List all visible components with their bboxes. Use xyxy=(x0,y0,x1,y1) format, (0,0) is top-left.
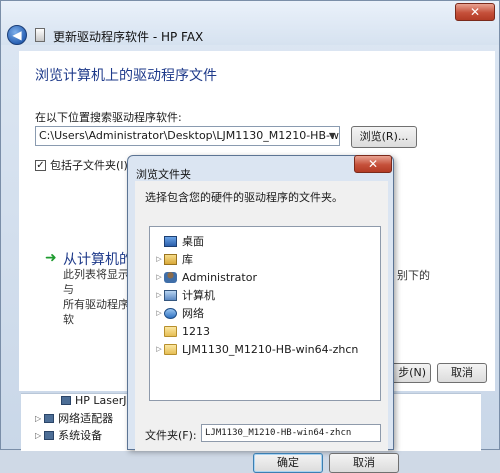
search-location-label: 在以下位置搜索驱动程序软件: xyxy=(35,111,182,124)
expander-icon[interactable]: ▷ xyxy=(154,309,164,317)
search-path-value: C:\Users\Administrator\Desktop\LJM1130_M… xyxy=(39,129,340,142)
tree-item-desktop[interactable]: 桌面 xyxy=(154,232,204,250)
library-icon xyxy=(164,253,177,265)
printer-icon xyxy=(61,396,71,405)
tree-item-1213[interactable]: 1213 xyxy=(154,322,210,340)
include-subfolders-label: 包括子文件夹(I) xyxy=(50,159,128,172)
pick-desc-line2: 所有驱动程序软 xyxy=(63,298,129,326)
computer-icon xyxy=(164,289,177,301)
tree-row[interactable]: HP LaserJe xyxy=(61,394,133,407)
folder-icon xyxy=(164,325,177,337)
desktop-icon xyxy=(164,235,177,247)
tree-item-label: 桌面 xyxy=(182,235,204,248)
dialog-close-button[interactable]: ✕ xyxy=(354,155,392,173)
device-icon xyxy=(35,28,45,42)
tree-row[interactable]: ▷ 网络适配器 xyxy=(35,410,113,426)
pick-from-list-description: 此列表将显示与 所有驱动程序软 xyxy=(63,267,133,327)
wizard-titlebar: ◀ 更新驱动程序软件 - HP FAX ✕ xyxy=(1,1,499,45)
pick-from-list-link[interactable]: 从计算机的 xyxy=(63,249,133,269)
device-label: HP LaserJe xyxy=(75,394,134,407)
ok-button[interactable]: 确定 xyxy=(253,453,323,473)
wizard-title: 更新驱动程序软件 - HP FAX xyxy=(53,30,204,44)
user-icon xyxy=(164,271,177,283)
tree-item-label: 库 xyxy=(182,253,193,266)
network-adapter-icon xyxy=(44,413,55,423)
expand-icon[interactable]: ▷ xyxy=(35,414,41,423)
tree-row[interactable]: ▷ 系统设备 xyxy=(35,427,102,443)
include-subfolders-checkbox[interactable]: ✓ 包括子文件夹(I) xyxy=(35,157,128,173)
arrow-right-icon: ➜ xyxy=(45,250,57,266)
tree-item-network[interactable]: ▷ 网络 xyxy=(154,304,204,322)
expander-icon[interactable]: ▷ xyxy=(154,255,164,263)
folder-tree[interactable]: 桌面 ▷ 库 ▷ Administrator ▷ 计算机 ▷ 网络 1213 ▷… xyxy=(149,226,381,401)
page-heading: 浏览计算机上的驱动程序文件 xyxy=(35,68,217,84)
tree-item-label: Administrator xyxy=(182,270,257,284)
back-button[interactable]: ◀ xyxy=(7,25,27,45)
expander-icon[interactable]: ▷ xyxy=(154,345,164,353)
pick-desc-line1: 此列表将显示与 xyxy=(63,268,129,296)
tree-item-label: 网络 xyxy=(182,307,204,320)
dialog-instruction: 选择包含您的硬件的驱动程序的文件夹。 xyxy=(145,191,343,204)
browse-button[interactable]: 浏览(R)... xyxy=(351,126,417,148)
tree-item-label: 1213 xyxy=(182,324,210,338)
search-path-combobox[interactable]: C:\Users\Administrator\Desktop\LJM1130_M… xyxy=(35,126,340,146)
device-label: 网络适配器 xyxy=(58,412,114,425)
tree-item-computer[interactable]: ▷ 计算机 xyxy=(154,286,215,304)
tree-item-label: 计算机 xyxy=(182,289,215,302)
expander-icon[interactable]: ▷ xyxy=(154,291,164,299)
tree-item-library[interactable]: ▷ 库 xyxy=(154,250,193,268)
browse-folder-dialog: 浏览文件夹 ✕ 选择包含您的硬件的驱动程序的文件夹。 桌面 ▷ 库 ▷ Admi… xyxy=(127,155,399,473)
dialog-cancel-button[interactable]: 取消 xyxy=(329,453,399,473)
wizard-cancel-button[interactable]: 取消 xyxy=(437,363,487,383)
tree-item-label: LJM1130_M1210-HB-win64-zhcn xyxy=(182,342,359,356)
checkbox-box[interactable]: ✓ xyxy=(35,159,46,171)
chevron-down-icon[interactable]: ▼ xyxy=(327,131,337,141)
network-icon xyxy=(164,307,177,319)
tree-item-administrator[interactable]: ▷ Administrator xyxy=(154,268,257,286)
dialog-title: 浏览文件夹 xyxy=(136,168,191,181)
folder-icon xyxy=(164,343,177,355)
wizard-close-button[interactable]: ✕ xyxy=(455,3,495,21)
expand-icon[interactable]: ▷ xyxy=(35,431,41,440)
folder-field-label: 文件夹(F): xyxy=(145,429,197,442)
system-device-icon xyxy=(44,430,55,440)
dialog-body: 选择包含您的硬件的驱动程序的文件夹。 桌面 ▷ 库 ▷ Administrato… xyxy=(135,181,399,473)
folder-field[interactable]: LJM1130_M1210-HB-win64-zhcn xyxy=(201,424,381,442)
expander-icon[interactable]: ▷ xyxy=(154,273,164,281)
pick-desc-right-fragment: 别下的 xyxy=(397,269,430,282)
tree-item-driver-folder[interactable]: ▷ LJM1130_M1210-HB-win64-zhcn xyxy=(154,340,358,358)
device-label: 系统设备 xyxy=(58,429,103,442)
